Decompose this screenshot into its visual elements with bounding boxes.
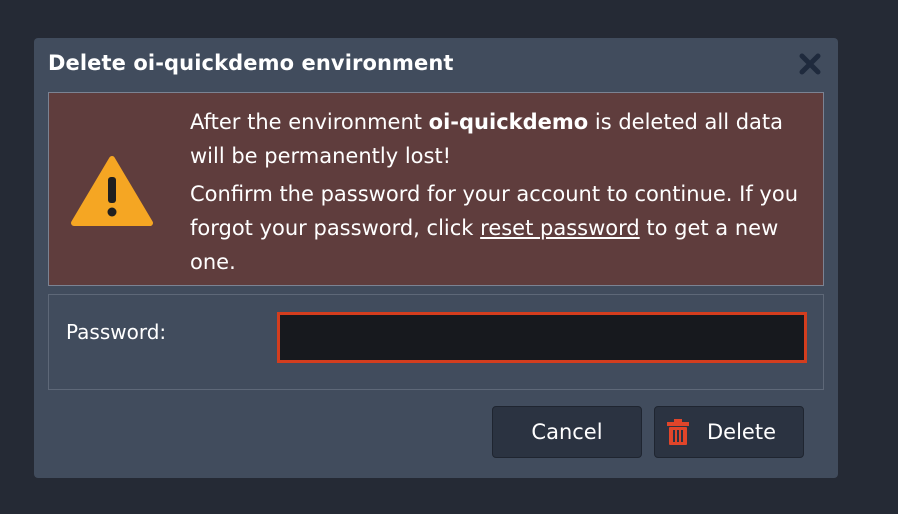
password-label: Password: — [66, 320, 167, 344]
reset-password-link[interactable]: reset password — [480, 216, 640, 240]
warning-line-2: Confirm the password for your account to… — [190, 177, 816, 279]
environment-name: oi-quickdemo — [428, 110, 589, 134]
cancel-button[interactable]: Cancel — [492, 406, 642, 458]
warning-text-part: After the environment — [190, 110, 429, 134]
trash-icon — [667, 419, 689, 445]
delete-environment-dialog: Delete oi-quickdemo environment After th… — [34, 38, 838, 478]
delete-button[interactable]: Delete — [654, 406, 804, 458]
delete-button-label: Delete — [707, 420, 776, 444]
warning-box: After the environment oi-quickdemo is de… — [48, 92, 824, 286]
warning-line-1: After the environment oi-quickdemo is de… — [190, 105, 816, 173]
warning-icon — [71, 155, 153, 227]
close-icon[interactable] — [798, 52, 822, 76]
password-form: Password: — [48, 294, 824, 390]
password-input[interactable] — [277, 312, 807, 363]
warning-message: After the environment oi-quickdemo is de… — [190, 105, 816, 279]
dialog-title: Delete oi-quickdemo environment — [48, 51, 454, 75]
